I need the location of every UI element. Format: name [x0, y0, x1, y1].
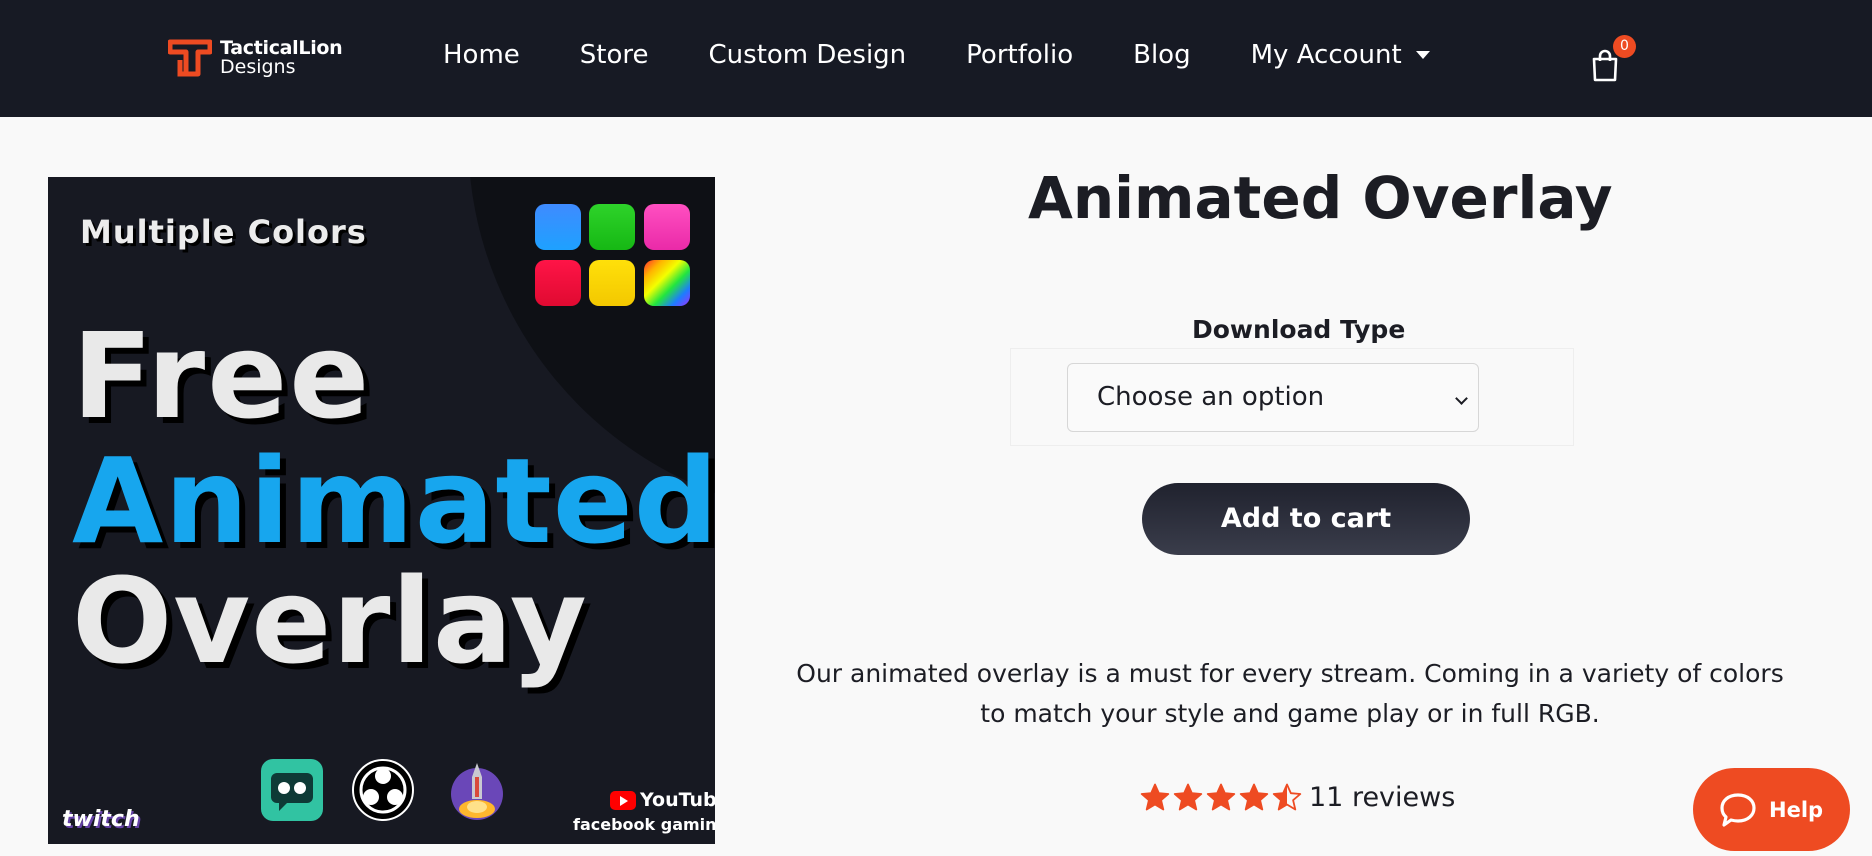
- download-type-select-value: Choose an option: [1097, 382, 1325, 412]
- nav-home[interactable]: Home: [443, 40, 520, 70]
- nav-my-account[interactable]: My Account: [1251, 40, 1430, 70]
- star-icon: [1173, 783, 1203, 810]
- logo-line2: Designs: [220, 56, 296, 78]
- image-free-text: Free: [72, 307, 372, 445]
- swatch-yellow: [589, 260, 635, 306]
- product-title: Animated Overlay: [1028, 164, 1613, 232]
- star-icon: [1140, 783, 1170, 810]
- swatch-blue: [535, 204, 581, 250]
- image-multiple-colors-text: Multiple Colors: [80, 213, 367, 251]
- help-label: Help: [1769, 797, 1824, 822]
- help-button[interactable]: Help: [1693, 768, 1850, 851]
- star-icon: [1239, 783, 1269, 810]
- swatch-red: [535, 260, 581, 306]
- swatch-green: [589, 204, 635, 250]
- download-type-select[interactable]: Choose an option: [1067, 363, 1479, 432]
- youtube-logo: YouTube: [610, 789, 715, 811]
- nav-store[interactable]: Store: [580, 40, 649, 70]
- streamlabs-icon: [261, 759, 323, 821]
- chevron-down-icon: [1455, 392, 1468, 405]
- rating-stars: [1140, 783, 1305, 813]
- swatch-rainbow: [644, 260, 690, 306]
- download-type-label: Download Type: [1192, 315, 1406, 344]
- variation-row: Choose an option: [1010, 348, 1574, 446]
- image-overlay-text: Overlay: [72, 552, 588, 690]
- nav-custom-design[interactable]: Custom Design: [709, 40, 907, 70]
- site-logo[interactable]: TacticalLion Designs: [168, 38, 343, 78]
- product-description: Our animated overlay is a must for every…: [796, 659, 1784, 728]
- product-rating[interactable]: 11 reviews: [1140, 782, 1455, 813]
- add-to-cart-button[interactable]: Add to cart: [1142, 483, 1470, 555]
- star-icon: [1272, 783, 1302, 810]
- obs-icon: [352, 759, 414, 821]
- nav-my-account-label: My Account: [1250, 40, 1402, 70]
- caret-down-icon: [1415, 51, 1430, 59]
- nav-blog[interactable]: Blog: [1133, 40, 1190, 70]
- swatch-pink: [644, 204, 690, 250]
- rocket-sword-icon: [451, 763, 503, 820]
- youtube-logo-text: YouTube: [640, 789, 715, 811]
- facebook-gaming-logo: facebook gaming: [573, 815, 715, 834]
- nav-portfolio[interactable]: Portfolio: [966, 40, 1073, 70]
- star-icon: [1206, 783, 1236, 810]
- image-animated-text: Animated: [72, 432, 715, 570]
- main-nav: Home Store Custom Design Portfolio Blog …: [443, 40, 1490, 70]
- twitch-logo: twitch: [62, 807, 140, 832]
- youtube-play-icon: [610, 790, 636, 810]
- product-image[interactable]: Multiple Colors Free Animated Overlay tw…: [48, 177, 715, 844]
- logo-mark-icon: [168, 39, 212, 77]
- cart-count-badge: 0: [1613, 35, 1636, 58]
- reviews-count-link[interactable]: 11 reviews: [1309, 782, 1455, 813]
- chat-bubble-icon: [1720, 792, 1756, 827]
- site-header: TacticalLion Designs Home Store Custom D…: [0, 0, 1872, 117]
